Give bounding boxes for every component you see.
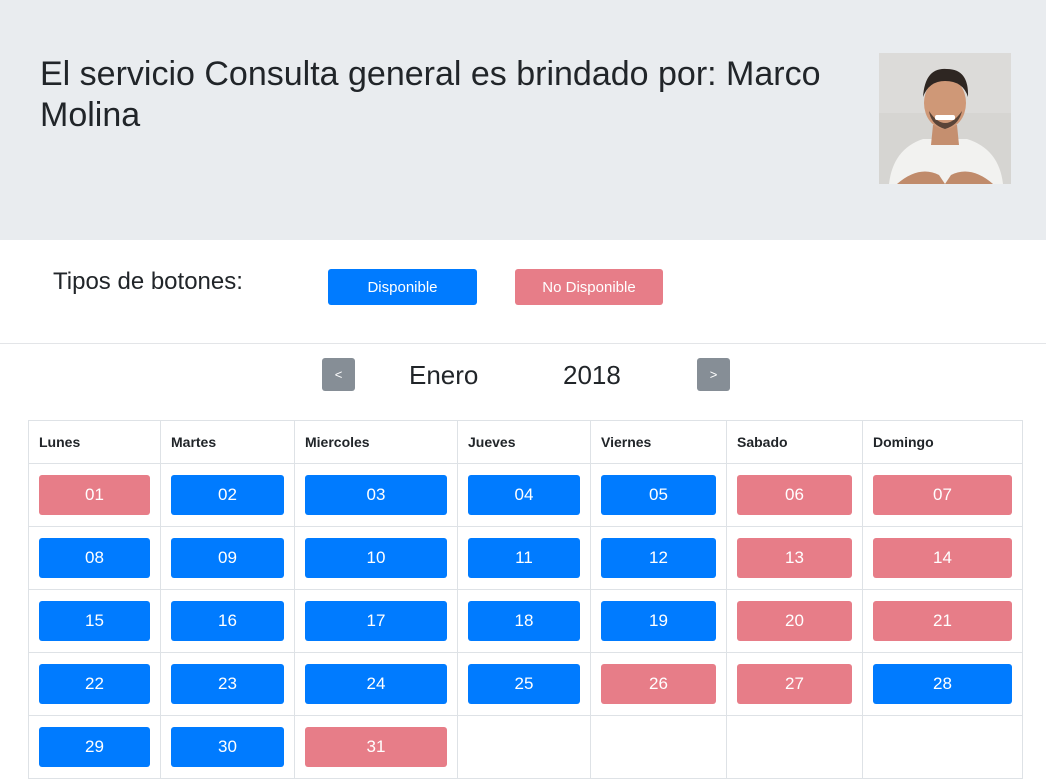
calendar-cell — [726, 715, 863, 779]
day-button-05[interactable]: 05 — [601, 475, 716, 515]
calendar-cell: 11 — [457, 526, 591, 590]
day-button-09[interactable]: 09 — [171, 538, 284, 578]
day-button-02[interactable]: 02 — [171, 475, 284, 515]
calendar-cell: 14 — [862, 526, 1023, 590]
day-button-20[interactable]: 20 — [737, 601, 852, 641]
calendar-cell: 27 — [726, 652, 863, 716]
day-button-08[interactable]: 08 — [39, 538, 150, 578]
calendar-cell: 24 — [294, 652, 458, 716]
day-button-16[interactable]: 16 — [171, 601, 284, 641]
day-button-14[interactable]: 14 — [873, 538, 1012, 578]
legend-unavailable-button[interactable]: No Disponible — [515, 269, 663, 305]
calendar-cell: 01 — [28, 463, 161, 527]
calendar-cell: 25 — [457, 652, 591, 716]
day-button-21[interactable]: 21 — [873, 601, 1012, 641]
day-button-23[interactable]: 23 — [171, 664, 284, 704]
calendar-cell: 12 — [590, 526, 727, 590]
page-title: El servicio Consulta general es brindado… — [40, 55, 821, 134]
day-button-28[interactable]: 28 — [873, 664, 1012, 704]
calendar-cell: 30 — [160, 715, 295, 779]
calendar-cell: 23 — [160, 652, 295, 716]
day-button-17[interactable]: 17 — [305, 601, 447, 641]
day-button-11[interactable]: 11 — [468, 538, 580, 578]
weekday-viernes: Viernes — [590, 420, 727, 464]
day-button-27[interactable]: 27 — [737, 664, 852, 704]
calendar-week-row: 01 02 03 04 05 06 07 — [28, 463, 1023, 527]
calendar-cell: 13 — [726, 526, 863, 590]
weekday-miercoles: Miercoles — [294, 420, 458, 464]
avatar-photo — [879, 53, 1011, 184]
calendar-cell — [590, 715, 727, 779]
calendar-cell: 06 — [726, 463, 863, 527]
next-month-button[interactable]: > — [697, 358, 730, 391]
day-button-19[interactable]: 19 — [601, 601, 716, 641]
day-button-03[interactable]: 03 — [305, 475, 447, 515]
calendar-week-row: 22 23 24 25 26 27 28 — [28, 652, 1023, 716]
calendar-cell: 18 — [457, 589, 591, 653]
calendar-body: 01 02 03 04 05 06 07 08 09 10 11 12 13 14 15 16 17 18 19 20… — [28, 463, 1023, 779]
month-navigation: < Enero 2018 > — [0, 344, 1046, 414]
day-button-04[interactable]: 04 — [468, 475, 580, 515]
previous-month-button[interactable]: < — [322, 358, 355, 391]
calendar-cell: 17 — [294, 589, 458, 653]
day-button-06[interactable]: 06 — [737, 475, 852, 515]
weekday-lunes: Lunes — [28, 420, 161, 464]
day-button-29[interactable]: 29 — [39, 727, 150, 767]
day-button-15[interactable]: 15 — [39, 601, 150, 641]
calendar-cell: 19 — [590, 589, 727, 653]
calendar-cell — [457, 715, 591, 779]
day-button-07[interactable]: 07 — [873, 475, 1012, 515]
calendar-cell: 05 — [590, 463, 727, 527]
day-button-18[interactable]: 18 — [468, 601, 580, 641]
calendar-cell: 20 — [726, 589, 863, 653]
calendar-week-row: 29 30 31 — [28, 715, 1023, 779]
day-button-31[interactable]: 31 — [305, 727, 447, 767]
calendar-week-row: 15 16 17 18 19 20 21 — [28, 589, 1023, 653]
day-button-10[interactable]: 10 — [305, 538, 447, 578]
legend-available-button[interactable]: Disponible — [328, 269, 477, 305]
weekday-jueves: Jueves — [457, 420, 591, 464]
hero-banner: El servicio Consulta general es brindado… — [0, 0, 1046, 240]
day-button-01[interactable]: 01 — [39, 475, 150, 515]
weekday-sabado: Sabado — [726, 420, 863, 464]
calendar-cell: 08 — [28, 526, 161, 590]
day-button-26[interactable]: 26 — [601, 664, 716, 704]
calendar-cell: 15 — [28, 589, 161, 653]
calendar-cell: 31 — [294, 715, 458, 779]
calendar-cell: 09 — [160, 526, 295, 590]
calendar-cell: 28 — [862, 652, 1023, 716]
day-button-30[interactable]: 30 — [171, 727, 284, 767]
calendar-cell: 21 — [862, 589, 1023, 653]
day-button-22[interactable]: 22 — [39, 664, 150, 704]
calendar-cell: 10 — [294, 526, 458, 590]
day-button-24[interactable]: 24 — [305, 664, 447, 704]
calendar-week-row: 08 09 10 11 12 13 14 — [28, 526, 1023, 590]
weekday-domingo: Domingo — [862, 420, 1023, 464]
weekday-martes: Martes — [160, 420, 295, 464]
day-button-12[interactable]: 12 — [601, 538, 716, 578]
day-button-25[interactable]: 25 — [468, 664, 580, 704]
calendar-cell: 16 — [160, 589, 295, 653]
month-label: Enero — [409, 360, 479, 390]
calendar-cell: 22 — [28, 652, 161, 716]
calendar-cell — [862, 715, 1023, 779]
legend-label: Tipos de botones: — [53, 268, 243, 295]
day-button-13[interactable]: 13 — [737, 538, 852, 578]
calendar-cell: 07 — [862, 463, 1023, 527]
provider-avatar — [879, 53, 1011, 184]
button-types-legend: Tipos de botones: Disponible No Disponib… — [0, 240, 1046, 344]
weekday-header-row: Lunes Martes Miercoles Jueves Viernes Sa… — [28, 420, 1023, 464]
year-label: 2018 — [563, 360, 621, 390]
calendar-cell: 03 — [294, 463, 458, 527]
calendar-table: Lunes Martes Miercoles Jueves Viernes Sa… — [28, 420, 1023, 779]
calendar-cell: 26 — [590, 652, 727, 716]
calendar-cell: 04 — [457, 463, 591, 527]
calendar-cell: 29 — [28, 715, 161, 779]
calendar-cell: 02 — [160, 463, 295, 527]
